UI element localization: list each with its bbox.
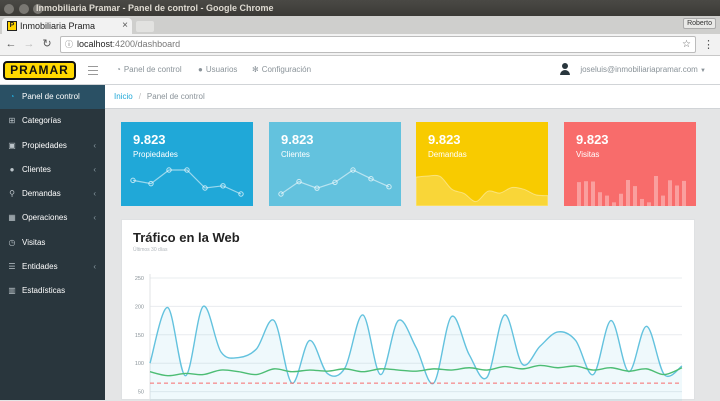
breadcrumb-current: Panel de control bbox=[146, 92, 205, 101]
breadcrumb-home-link[interactable]: Inicio bbox=[114, 92, 133, 101]
bookmark-star-icon[interactable]: ☆ bbox=[682, 37, 691, 52]
sidebar-item-categorias[interactable]: ⊞ Categorías bbox=[0, 109, 105, 133]
tab-title: Inmobiliaria Prama bbox=[20, 21, 96, 31]
sidebar-item-clientes[interactable]: ● Clientes ‹ bbox=[0, 158, 105, 182]
series-area bbox=[150, 306, 682, 401]
sparkline-bar bbox=[626, 179, 630, 206]
sparkline-bar bbox=[675, 185, 679, 206]
sitemap-icon: ⊞ bbox=[8, 116, 16, 126]
card-label: Visitas bbox=[576, 150, 600, 159]
card-label: Propiedades bbox=[133, 150, 178, 159]
clock-icon: ◷ bbox=[8, 237, 16, 247]
back-arrow-icon[interactable]: ← bbox=[4, 37, 18, 51]
site-info-icon[interactable]: ⓘ bbox=[65, 37, 73, 52]
sparkline-bar bbox=[654, 176, 658, 206]
sparkline-area bbox=[416, 174, 548, 206]
card-label: Clientes bbox=[281, 150, 310, 159]
users-icon: ● bbox=[9, 164, 15, 174]
chevron-left-icon: ‹ bbox=[93, 164, 96, 174]
calculator-icon: ▦ bbox=[8, 213, 16, 223]
y-tick-label: 250 bbox=[135, 276, 144, 282]
app-header: PRAMAR ◔ Panel de control ● Usuarios ✻ Conf… bbox=[0, 56, 720, 85]
header-nav-settings[interactable]: ✻ Configuración bbox=[252, 65, 311, 74]
speedometer-icon: ◔ bbox=[116, 65, 121, 74]
sparkline-bar bbox=[668, 180, 672, 206]
browser-menu-icon[interactable]: ⋮ bbox=[703, 38, 714, 51]
sidebar-item-estadisticas[interactable]: ▥ Estadísticas bbox=[0, 279, 105, 303]
reload-icon[interactable]: ↻ bbox=[40, 37, 54, 51]
new-tab-button[interactable] bbox=[136, 21, 154, 32]
chevron-left-icon: ‹ bbox=[93, 140, 96, 150]
sparkline-bar bbox=[619, 193, 623, 206]
y-tick-label: 200 bbox=[135, 304, 144, 310]
briefcase-icon: ▣ bbox=[8, 140, 16, 150]
y-tick-label: 150 bbox=[135, 333, 144, 339]
sidebar-item-propiedades[interactable]: ▣ Propiedades ‹ bbox=[0, 134, 105, 158]
user-menu[interactable]: joseluis@inmobiliariapramar.com ▼ bbox=[580, 65, 706, 74]
card-value: 9.823 bbox=[133, 132, 166, 147]
chevron-left-icon: ‹ bbox=[93, 262, 96, 272]
sparkline-bar bbox=[612, 202, 616, 206]
card-value: 9.823 bbox=[428, 132, 461, 147]
sparkline-bar bbox=[598, 192, 602, 206]
sidebar-item-dashboard[interactable]: ◔ Panel de control bbox=[0, 85, 105, 110]
card-demandas[interactable]: 9.823 Demandas bbox=[416, 122, 548, 206]
hamburger-menu-icon[interactable] bbox=[88, 63, 98, 75]
sparkline-bar bbox=[661, 195, 665, 206]
traffic-card: Tráfico en la Web Últimos 30 días 250 200… bbox=[121, 219, 695, 401]
bar-chart-icon: ▥ bbox=[8, 286, 16, 296]
sparkline-bar bbox=[605, 195, 609, 206]
profile-button[interactable]: Roberto bbox=[683, 18, 716, 29]
sidebar-item-visitas[interactable]: ◷ Visitas bbox=[0, 231, 105, 255]
user-icon: ● bbox=[198, 65, 203, 74]
gear-icon: ✻ bbox=[252, 65, 259, 74]
sidebar-item-entidades[interactable]: ☰ Entidades ‹ bbox=[0, 255, 105, 279]
minimize-window-icon[interactable] bbox=[18, 4, 29, 14]
card-propiedades[interactable]: 9.823 Propiedades bbox=[121, 122, 253, 206]
speedometer-icon: ◔ bbox=[9, 92, 15, 101]
browser-tab[interactable]: P Inmobiliaria Prama × bbox=[2, 18, 132, 34]
sparkline-bar bbox=[640, 198, 644, 206]
chevron-left-icon: ‹ bbox=[93, 189, 96, 199]
browser-toolbar: ← → ↻ ⓘ localhost:4200/dashboard ☆ ⋮ bbox=[0, 34, 720, 56]
sparkline-bar bbox=[682, 180, 686, 206]
caret-down-icon: ▼ bbox=[700, 68, 706, 74]
search-icon: ⚲ bbox=[9, 189, 15, 199]
card-label: Demandas bbox=[428, 150, 467, 159]
breadcrumb: Inicio / Panel de control bbox=[105, 85, 720, 109]
list-icon: ☰ bbox=[8, 262, 16, 272]
close-window-icon[interactable] bbox=[4, 4, 14, 14]
user-avatar-icon[interactable] bbox=[560, 63, 570, 75]
favicon-icon: P bbox=[7, 21, 17, 31]
address-bar[interactable]: ⓘ localhost:4200/dashboard ☆ bbox=[60, 36, 696, 53]
sparkline-bar bbox=[591, 181, 595, 206]
sparkline-bar bbox=[577, 182, 581, 206]
card-visitas[interactable]: 9.823 Visitas bbox=[564, 122, 696, 206]
sparkline-bar bbox=[633, 186, 637, 206]
user-email: joseluis@inmobiliariapramar.com bbox=[580, 65, 698, 74]
header-nav-users[interactable]: ● Usuarios bbox=[198, 65, 237, 74]
y-tick-label: 100 bbox=[135, 361, 144, 367]
window-title: Inmobiliaria Pramar - Panel de control -… bbox=[36, 3, 274, 13]
close-tab-icon[interactable]: × bbox=[122, 18, 128, 34]
sparkline-bar bbox=[647, 202, 651, 206]
card-value: 9.823 bbox=[576, 132, 609, 147]
pramar-logo[interactable]: PRAMAR bbox=[3, 61, 76, 80]
traffic-chart: 250 200 150 100 50 bbox=[135, 274, 683, 401]
url-host: localhost bbox=[77, 39, 113, 49]
chevron-left-icon: ‹ bbox=[93, 213, 96, 223]
url-path: :4200/dashboard bbox=[112, 39, 181, 49]
sparkline-bar bbox=[584, 181, 588, 206]
forward-arrow-icon[interactable]: → bbox=[22, 37, 36, 51]
header-nav-dashboard[interactable]: ◔ Panel de control bbox=[116, 65, 182, 74]
card-clientes[interactable]: 9.823 Clientes bbox=[269, 122, 401, 206]
card-value: 9.823 bbox=[281, 132, 314, 147]
sidebar: ◔ Panel de control ⊞ Categorías ▣ Propiedad… bbox=[0, 85, 105, 400]
tab-strip: P Inmobiliaria Prama × Roberto bbox=[0, 16, 720, 34]
sidebar-item-demandas[interactable]: ⚲ Demandas ‹ bbox=[0, 182, 105, 206]
sidebar-item-operaciones[interactable]: ▦ Operaciones ‹ bbox=[0, 206, 105, 230]
window-titlebar: Inmobiliaria Pramar - Panel de control -… bbox=[0, 0, 720, 16]
y-tick-label: 50 bbox=[138, 390, 144, 396]
